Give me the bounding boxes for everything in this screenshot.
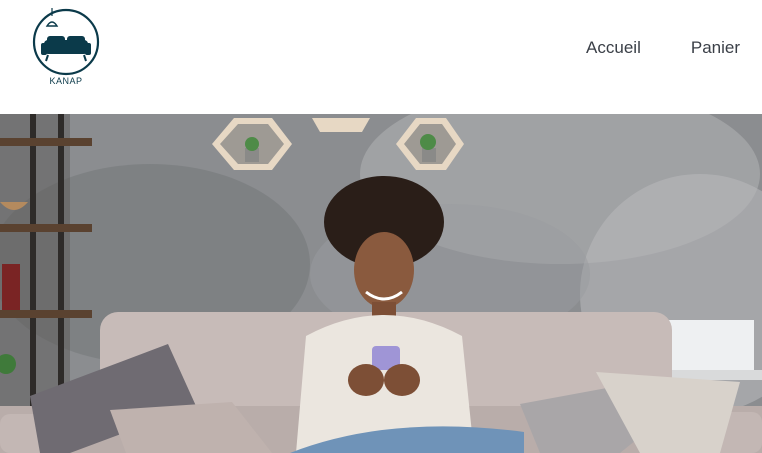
hero-image [0, 114, 762, 453]
hero-banner [0, 114, 762, 453]
sofa-lamp-logo-icon [32, 8, 100, 76]
nav-link-accueil[interactable]: Accueil [586, 38, 641, 58]
main-nav: Accueil Panier [586, 38, 740, 58]
logo[interactable]: KANAP [30, 6, 102, 90]
brand-name: KANAP [49, 76, 83, 86]
nav-link-panier[interactable]: Panier [691, 38, 740, 58]
site-header: KANAP Accueil Panier [0, 0, 762, 114]
